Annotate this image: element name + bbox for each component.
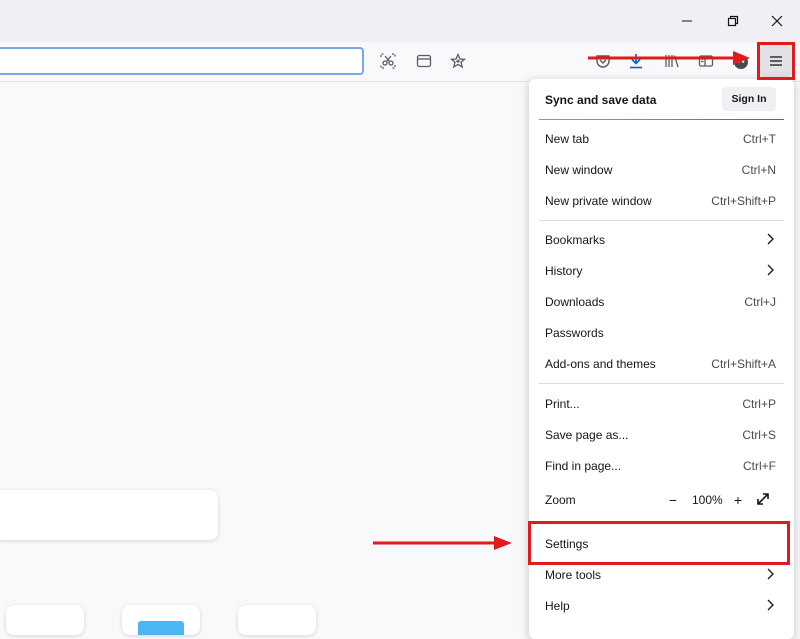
menu-item-label: Print...: [545, 397, 580, 411]
menu-item-label: Bookmarks: [545, 233, 606, 247]
top-site-tile[interactable]: [122, 605, 200, 635]
screenshot-icon: [380, 53, 396, 69]
menu-item-label: New private window: [545, 194, 652, 208]
url-bar[interactable]: [0, 47, 364, 75]
menu-item-bookmarks[interactable]: Bookmarks: [529, 225, 794, 255]
title-bar: [0, 0, 800, 42]
sync-divider: [539, 119, 784, 120]
menu-item-passwords[interactable]: Passwords: [529, 318, 794, 348]
menu-item-print[interactable]: Print... Ctrl+P: [529, 389, 794, 419]
new-tab-search-box[interactable]: [0, 490, 218, 540]
screenshot-button[interactable]: [377, 50, 399, 72]
menu-item-label: Zoom: [545, 493, 576, 507]
chevron-right-icon: [767, 599, 774, 611]
bookmark-star-icon: [450, 53, 466, 69]
arrow-to-menu-button: [588, 51, 750, 65]
menu-item-label: New window: [545, 163, 613, 177]
menu-item-find-in-page[interactable]: Find in page... Ctrl+F: [529, 451, 794, 481]
sign-in-button[interactable]: Sign In: [722, 87, 776, 111]
menu-item-save-page-as[interactable]: Save page as... Ctrl+S: [529, 420, 794, 450]
sync-row: Sync and save data Sign In: [529, 79, 794, 119]
menu-item-shortcut: Ctrl+S: [742, 428, 776, 442]
menu-item-label: New tab: [545, 132, 590, 146]
restore-icon: [727, 15, 739, 27]
top-site-tile-icon: [138, 621, 184, 635]
menu-item-shortcut: Ctrl+N: [741, 163, 776, 177]
top-site-tile[interactable]: [6, 605, 84, 635]
sync-label: Sync and save data: [545, 93, 657, 107]
arrow-to-settings: [373, 536, 512, 550]
zoom-out-button[interactable]: −: [664, 491, 682, 509]
menu-item-add-ons-and-themes[interactable]: Add-ons and themes Ctrl+Shift+A: [529, 349, 794, 379]
menu-item-downloads[interactable]: Downloads Ctrl+J: [529, 287, 794, 317]
top-site-tile[interactable]: [238, 605, 316, 635]
close-icon: [771, 15, 783, 27]
menu-item-label: Add-ons and themes: [545, 357, 656, 371]
menu-item-label: Passwords: [545, 326, 604, 340]
fullscreen-icon[interactable]: [756, 492, 770, 506]
minimize-button[interactable]: [664, 0, 710, 42]
menu-item-new-window[interactable]: New window Ctrl+N: [529, 155, 794, 185]
menu-item-shortcut: Ctrl+Shift+A: [711, 357, 776, 371]
zoom-level[interactable]: 100%: [692, 493, 723, 507]
reader-view-icon: [416, 54, 432, 68]
menu-item-shortcut: Ctrl+Shift+P: [711, 194, 776, 208]
zoom-in-button[interactable]: +: [729, 491, 747, 509]
close-window-button[interactable]: [754, 0, 800, 42]
menu-item-label: More tools: [545, 568, 602, 582]
menu-item-new-tab[interactable]: New tab Ctrl+T: [529, 124, 794, 154]
menu-item-new-private-window[interactable]: New private window Ctrl+Shift+P: [529, 186, 794, 216]
menu-item-label: Save page as...: [545, 428, 629, 442]
bookmark-star-button[interactable]: [447, 50, 469, 72]
menu-item-zoom: Zoom − 100% +: [529, 485, 794, 515]
menu-separator: [539, 383, 784, 384]
menu-item-label: Help: [545, 599, 570, 613]
menu-item-shortcut: Ctrl+T: [743, 132, 776, 146]
menu-item-shortcut: Ctrl+J: [744, 295, 776, 309]
highlight-box-menu-button: [757, 42, 795, 80]
chevron-right-icon: [767, 264, 774, 276]
menu-item-label: History: [545, 264, 583, 278]
menu-separator: [539, 220, 784, 221]
menu-item-history[interactable]: History: [529, 256, 794, 286]
menu-item-label: Find in page...: [545, 459, 622, 473]
reader-view-button[interactable]: [413, 50, 435, 72]
menu-item-shortcut: Ctrl+P: [742, 397, 776, 411]
menu-item-label: Downloads: [545, 295, 605, 309]
menu-item-help[interactable]: Help: [529, 591, 794, 621]
chevron-right-icon: [767, 568, 774, 580]
restore-button[interactable]: [710, 0, 756, 42]
menu-item-shortcut: Ctrl+F: [743, 459, 776, 473]
minimize-icon: [682, 20, 692, 22]
chevron-right-icon: [767, 233, 774, 245]
highlight-box-settings: [528, 521, 790, 565]
